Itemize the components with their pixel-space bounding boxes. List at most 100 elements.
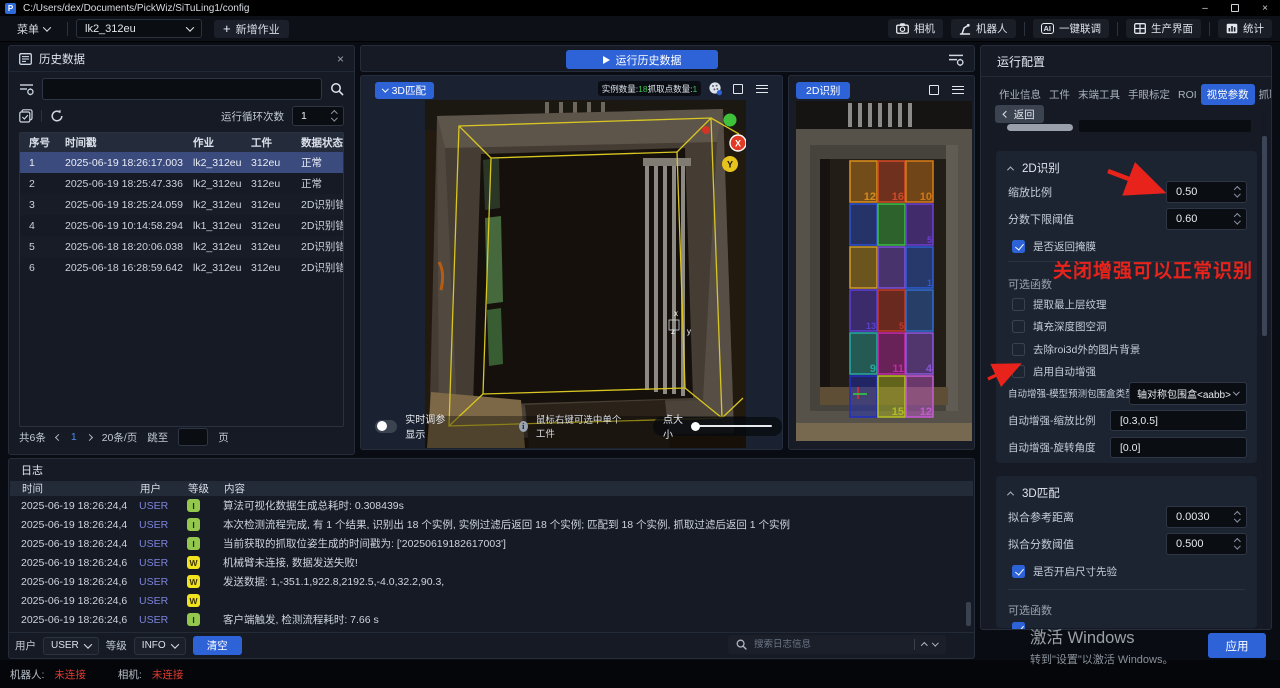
tab-末端工具[interactable]: 末端工具 [1074,85,1124,104]
log-row[interactable]: 2025-06-19 18:26:24,665USERW发送数据: 1,-351… [9,572,974,591]
next-page-icon[interactable] [86,433,93,440]
section-3d-header[interactable]: 3D匹配 [996,476,1257,501]
log-row[interactable]: 2025-06-19 18:26:24,667USERI客户端触发, 检测流程耗… [9,610,974,629]
detection-box [850,376,877,417]
log-row[interactable]: 2025-06-19 18:26:24,665USERW [9,591,974,610]
fit-distance-input[interactable]: 0.0030 [1166,506,1247,528]
table-row[interactable]: 22025-06-19 18:25:47.336lk2_312eu312eu正常 [20,173,343,194]
run-history-button[interactable]: 运行历史数据 [566,50,718,69]
tab-抓取策略[interactable]: 抓取策略 [1255,85,1272,104]
current-page[interactable]: 1 [71,431,77,443]
config-scrollbar[interactable] [1262,111,1267,630]
per-page-label: 20条/页 [102,430,138,445]
enhance-scale-input[interactable]: [0.3,0.5] [1110,410,1247,431]
spin-down-icon[interactable] [1234,516,1240,522]
return-mask-label: 是否返回掩膜 [1033,239,1096,254]
search-prev-icon[interactable] [921,643,927,649]
apply-button[interactable]: 应用 [1208,633,1266,658]
mode-2d-button[interactable]: 2D识别 [796,82,850,99]
fit-score-input[interactable]: 0.500 [1166,533,1247,555]
search-icon[interactable] [330,82,344,96]
clear-log-button[interactable]: 清空 [193,636,242,655]
refresh-icon[interactable] [50,109,64,123]
log-row[interactable]: 2025-06-19 18:26:24,461USERI本次检测流程完成, 有 … [9,515,974,534]
auto-enhance-checkbox[interactable] [1012,365,1025,378]
tab-视觉参数[interactable]: 视觉参数 [1201,84,1255,105]
one-key-debug-button[interactable]: AI 一键联调 [1033,19,1110,38]
back-button[interactable]: 返回 [995,105,1044,123]
table-row[interactable]: 62025-06-18 16:28:59.642lk2_312eu312eu2D… [20,257,343,278]
menu-dropdown[interactable]: 菜单 [8,20,59,38]
job-select[interactable]: lk2_312eu [76,19,202,38]
maximize-view-icon[interactable] [925,81,942,98]
display-settings-icon[interactable] [948,52,964,67]
log-level-select[interactable]: INFO [134,637,186,655]
history-search-input[interactable] [42,78,322,100]
tab-手眼标定[interactable]: 手眼标定 [1124,85,1174,104]
tab-工件[interactable]: 工件 [1045,85,1074,104]
menu-icon[interactable] [949,81,966,98]
prev-page-icon[interactable] [55,433,62,440]
log-row[interactable]: 2025-06-19 18:26:24,462USERI当前获取的抓取位姿生成的… [9,534,974,553]
spin-down-icon[interactable] [331,115,337,121]
close-button[interactable]: × [1250,0,1280,16]
spin-down-icon[interactable] [1234,218,1240,224]
jump-page-input[interactable] [178,428,208,446]
camera-button[interactable]: 相机 [888,19,943,38]
annotation-text: 关闭增强可以正常识别 [1053,256,1253,283]
mode-3d-button[interactable]: 3D匹配 [375,82,434,99]
bar-chart-icon [1226,23,1238,34]
detection-overlay: 1216105113591141512 [850,161,933,418]
production-view-button[interactable]: 生产界面 [1126,19,1201,38]
close-icon[interactable]: × [337,52,344,66]
minimize-button[interactable]: – [1190,0,1220,16]
score-threshold-input[interactable]: 0.60 [1166,208,1247,230]
log-search-input[interactable] [754,639,907,650]
spin-down-icon[interactable] [1234,543,1240,549]
tab-ROI[interactable]: ROI [1174,87,1201,103]
maximize-view-icon[interactable] [729,80,746,97]
table-row[interactable]: 32025-06-19 18:25:24.059lk2_312eu312eu2D… [20,194,343,215]
log-row[interactable]: 2025-06-19 18:26:24,443USERI算法可视化数据生成总耗时… [9,496,974,515]
size-prior-checkbox[interactable] [1012,565,1025,578]
fill-depth-holes-checkbox[interactable] [1012,320,1025,333]
slider-knob[interactable] [691,422,700,431]
section-2d-header[interactable]: 2D识别 [996,151,1257,176]
add-job-button[interactable]: + 新增作业 [214,20,289,38]
2d-viewport[interactable]: 1216105113591141512 [796,101,972,441]
search-next-icon[interactable] [932,640,938,646]
window-title-path: C:/Users/dex/Documents/PickWiz/SiTuLing1… [23,3,249,14]
select-all-icon[interactable] [19,109,33,123]
table-row[interactable]: 12025-06-19 18:26:17.003lk2_312eu312eu正常 [20,152,343,173]
log-row[interactable]: 2025-06-19 18:26:24,664USERW机械臂未连接, 数据发送… [9,553,974,572]
partial-checkbox[interactable] [1012,622,1025,630]
tab-作业信息[interactable]: 作业信息 [995,85,1045,104]
realtime-toggle[interactable] [375,420,397,433]
robot-button[interactable]: 机器人 [951,19,1016,38]
history-panel: 历史数据 × 运行循环次数 1 序号时间戳作业工件数据状态 12025-06-1… [8,45,355,455]
remove-roi-background-checkbox[interactable] [1012,343,1025,356]
log-user-select[interactable]: USER [43,637,99,655]
clipped-slider[interactable] [1007,124,1073,131]
maximize-button[interactable] [1220,0,1250,16]
filter-settings-icon[interactable] [19,82,34,96]
3d-viewport[interactable]: Y X x z y [425,100,746,448]
spin-down-icon[interactable] [1234,191,1240,197]
point-cloud-icon[interactable] [707,80,724,97]
table-row[interactable]: 42025-06-19 10:14:58.294lk1_312eu312eu2D… [20,215,343,236]
log-scrollbar-thumb[interactable] [966,602,971,626]
enhance-rotation-input[interactable]: [0.0] [1110,437,1247,458]
extract-texture-checkbox[interactable] [1012,298,1025,311]
menu-icon[interactable] [753,80,770,97]
return-mask-checkbox[interactable] [1012,240,1025,253]
scale-ratio-input[interactable]: 0.50 [1166,181,1247,203]
statistics-button[interactable]: 统计 [1218,19,1272,38]
clipped-input[interactable] [1079,120,1251,132]
table-cell-part: 312eu [242,262,292,274]
scrollbar-thumb[interactable] [1262,136,1267,336]
point-size-slider[interactable] [695,425,772,427]
run-loop-input[interactable]: 1 [292,106,344,126]
table-row[interactable]: 52025-06-18 18:20:06.038lk2_312eu312eu2D… [20,236,343,257]
enhance-rotation-label: 自动增强-旋转角度 [1008,440,1096,455]
bbox-type-dropdown[interactable]: 轴对称包围盒<aabb> [1129,382,1247,405]
